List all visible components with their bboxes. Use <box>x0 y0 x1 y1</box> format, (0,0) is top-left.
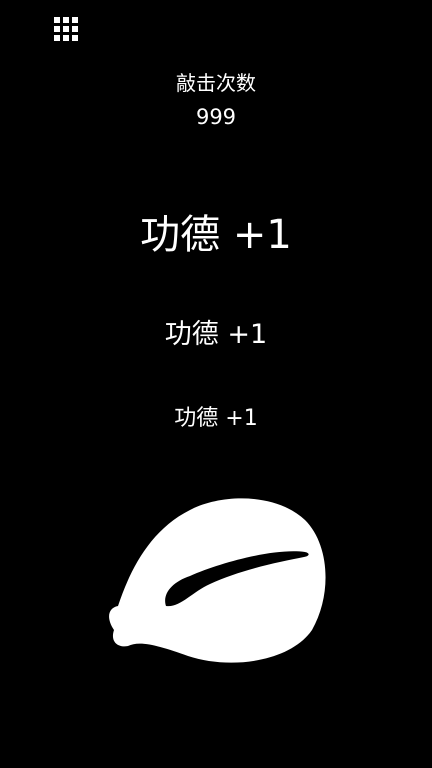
wooden-fish-icon <box>109 498 326 663</box>
menu-button[interactable] <box>54 17 78 41</box>
wooden-fish-button[interactable] <box>100 490 336 672</box>
tap-count-value: 999 <box>195 105 237 129</box>
merit-popup-large: 功德 +1 <box>140 212 292 258</box>
merit-popup-small: 功德 +1 <box>174 406 258 431</box>
tap-count-label: 敲击次数 <box>176 71 256 95</box>
grid-icon <box>54 17 78 41</box>
merit-popup-medium: 功德 +1 <box>164 319 268 350</box>
